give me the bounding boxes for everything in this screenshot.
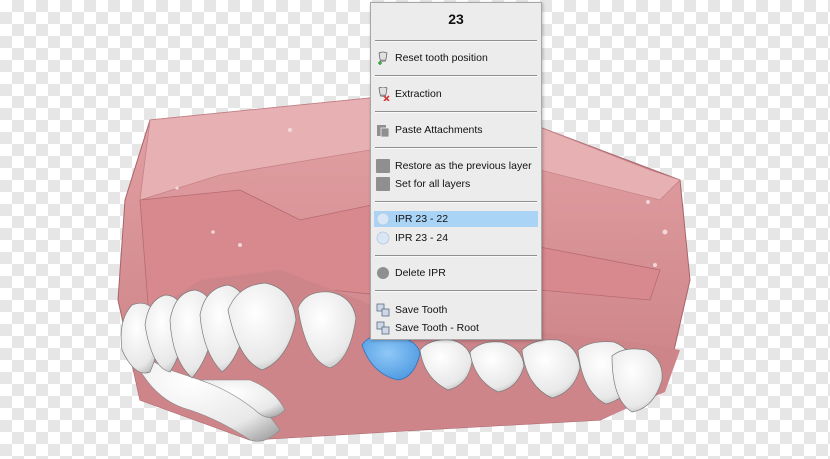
menu-item-ipr-23-24[interactable]: IPR 23 - 24 bbox=[374, 230, 538, 246]
menu-item-set-all-layers[interactable]: Set for all layers bbox=[374, 176, 538, 192]
menu-item-extraction[interactable]: Extraction bbox=[374, 86, 538, 102]
menu-item-paste-attachments[interactable]: Paste Attachments bbox=[374, 122, 538, 138]
menu-separator bbox=[375, 147, 537, 149]
menu-separator bbox=[375, 201, 537, 203]
menu-item-save-tooth[interactable]: Save Tooth bbox=[374, 302, 538, 318]
menu-item-label: IPR 23 - 24 bbox=[395, 232, 449, 244]
ipr-circle-icon bbox=[376, 212, 390, 226]
save-tooth-icon bbox=[376, 303, 390, 317]
restore-layer-icon bbox=[376, 159, 390, 173]
menu-item-restore-previous-layer[interactable]: Restore as the previous layer bbox=[374, 158, 538, 174]
menu-item-label: IPR 23 - 22 bbox=[395, 213, 449, 225]
ipr-circle-icon bbox=[376, 231, 390, 245]
paste-icon bbox=[377, 125, 390, 137]
menu-item-save-tooth-root[interactable]: Save Tooth - Root bbox=[374, 320, 538, 336]
menu-separator bbox=[375, 111, 537, 113]
menu-separator bbox=[375, 255, 537, 257]
tooth-reset-icon bbox=[378, 51, 388, 65]
menu-item-label: Save Tooth - Root bbox=[395, 322, 479, 334]
menu-item-label: Paste Attachments bbox=[395, 124, 483, 136]
menu-item-reset-tooth-position[interactable]: Reset tooth position bbox=[374, 50, 538, 66]
delete-ipr-icon bbox=[377, 267, 389, 279]
layers-icon bbox=[376, 177, 390, 191]
menu-item-label: Save Tooth bbox=[395, 304, 448, 316]
menu-item-delete-ipr[interactable]: Delete IPR bbox=[374, 265, 538, 281]
menu-separator bbox=[375, 40, 537, 42]
menu-item-label: Restore as the previous layer bbox=[395, 160, 532, 172]
menu-item-label: Set for all layers bbox=[395, 178, 471, 190]
menu-item-label: Delete IPR bbox=[395, 267, 446, 279]
menu-separator bbox=[375, 290, 537, 292]
save-tooth-root-icon bbox=[376, 321, 390, 335]
menu-item-label: Extraction bbox=[395, 88, 442, 100]
tooth-extraction-icon bbox=[378, 87, 390, 101]
menu-separator bbox=[375, 75, 537, 77]
menu-title: 23 bbox=[448, 11, 464, 27]
menu-item-ipr-23-22[interactable]: IPR 23 - 22 bbox=[374, 211, 538, 227]
tooth-context-menu: 23 Reset tooth position Extraction Paste… bbox=[370, 2, 542, 340]
menu-item-label: Reset tooth position bbox=[395, 52, 488, 64]
